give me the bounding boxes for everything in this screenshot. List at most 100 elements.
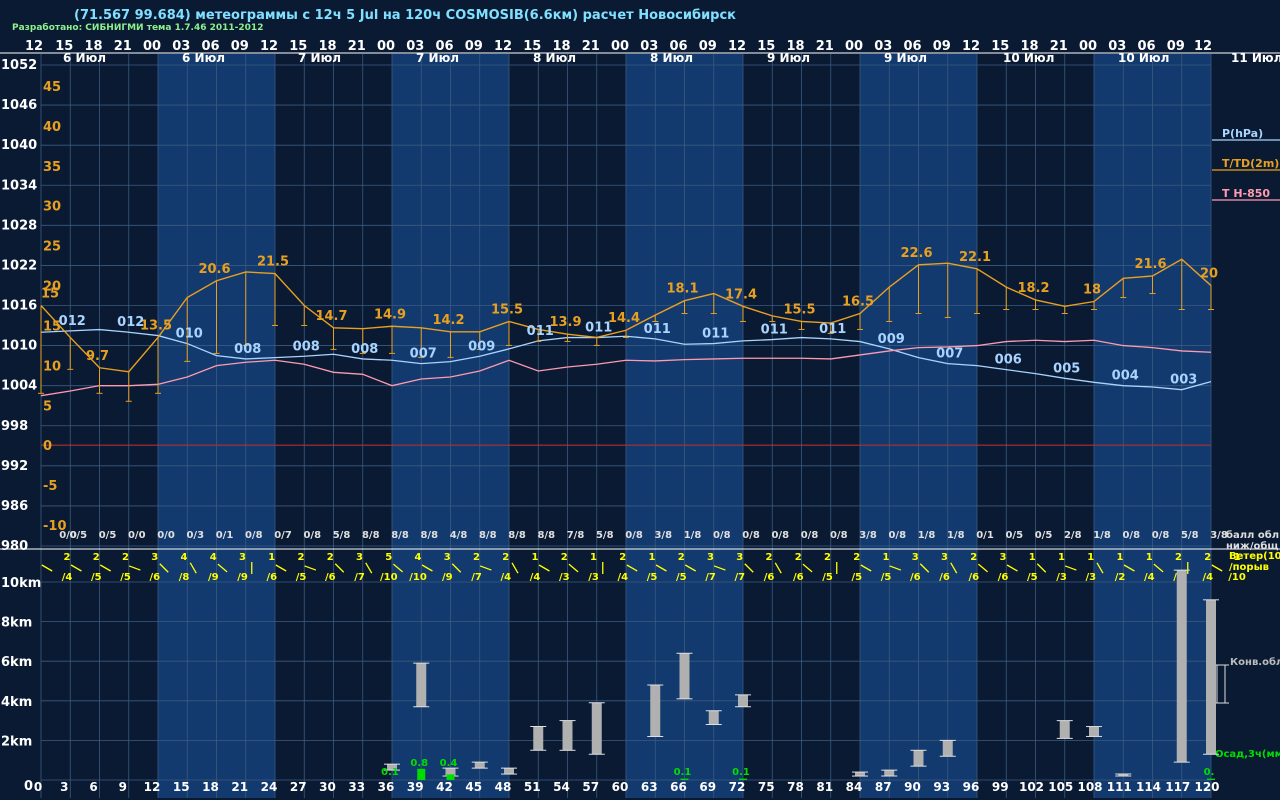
day-label: 6 Июл	[182, 51, 225, 65]
wind-speed-label: 2	[795, 552, 802, 563]
forecast-hour-label: 93	[933, 780, 950, 794]
precip-bar	[1207, 778, 1215, 780]
hour-tick-label: 00	[1079, 39, 1097, 54]
wind-gust-label: /10	[409, 572, 427, 583]
cloud-amount-label: 0/5	[1005, 530, 1023, 541]
wind-gust-label: /6	[325, 572, 336, 583]
wind-speed-label: 2	[766, 552, 773, 563]
hour-tick-label: 09	[699, 39, 717, 54]
pressure-value-label: 008	[351, 342, 378, 357]
wind-arrow	[568, 563, 579, 573]
temperature-tick-label: 10	[43, 359, 61, 374]
wind-arrow	[511, 562, 519, 574]
cloud-amount-label: 8/8	[479, 530, 497, 541]
pressure-value-label: 008	[293, 339, 320, 354]
pressure-tick-label: 1034	[1, 178, 37, 193]
wind-speed-label: 2	[327, 552, 334, 563]
wind-gust-label: /4	[62, 572, 73, 583]
height-tick-label: 4km	[1, 695, 32, 710]
convective-cloud-bar	[1059, 720, 1070, 739]
temperature-value-label: 22.1	[959, 250, 991, 265]
wind-gust-label: /3	[1085, 572, 1096, 583]
cloud-amount-label: 3/8	[859, 530, 877, 541]
cloud-amount-label: 7/8	[567, 530, 585, 541]
cloud-amount-label: 1/8	[947, 530, 965, 541]
day-label: 7 Июл	[298, 51, 341, 65]
forecast-hour-label: 18	[202, 780, 219, 794]
wind-arrow	[128, 565, 141, 571]
pressure-value-label: 011	[585, 321, 612, 336]
pressure-value-label: 011	[644, 322, 671, 337]
cloud-amount-label: 8/8	[391, 530, 409, 541]
hour-tick-label: 21	[582, 39, 600, 54]
hour-tick-label: 21	[348, 39, 366, 54]
forecast-hour-label: 78	[787, 780, 804, 794]
wind-gust-label: /10	[380, 572, 398, 583]
wind-speed-label: 3	[707, 552, 714, 563]
day-label: 9 Июл	[767, 51, 810, 65]
convective-cloud-bar	[884, 770, 895, 777]
wind-speed-label: 2	[824, 552, 831, 563]
temperature-tick-label: 5	[43, 399, 52, 414]
forecast-hour-label: 30	[319, 780, 336, 794]
wind-gust-label: /7	[705, 572, 716, 583]
pressure-tick-label: 1022	[1, 258, 37, 273]
temperature-value-label: 14.7	[315, 309, 347, 324]
pressure-tick-label: 1052	[1, 58, 37, 73]
height-tick-label: 0	[24, 779, 33, 794]
cloud-amount-label: 0/8	[888, 530, 906, 541]
temperature-value-label: 20.6	[198, 262, 230, 277]
legend-convective: Конв.обл.	[1230, 656, 1280, 668]
cloud-amount-label: 8/8	[420, 530, 438, 541]
pressure-value-label: 007	[410, 347, 437, 362]
pressure-value-label: 007	[936, 347, 963, 362]
wind-speed-label: 3	[239, 552, 246, 563]
wind-speed-label: 1	[1087, 552, 1094, 563]
wind-arrow	[334, 563, 345, 573]
legend: P(hPa)T/TD(2m)T H-850балл обл.ниж/общВет…	[1212, 127, 1280, 760]
wind-gust-label: /6	[910, 572, 921, 583]
wind-gust-label: /4	[500, 572, 511, 583]
pressure-value-label: 008	[234, 342, 261, 357]
temperature-value-label: 18.2	[1017, 281, 1049, 296]
wind-speed-label: 2	[853, 552, 860, 563]
hour-tick-label: 12	[962, 39, 980, 54]
wind-speed-label: 1	[1029, 552, 1036, 563]
wind-speed-label: 1	[532, 552, 539, 563]
forecast-hour-label: 108	[1077, 780, 1102, 794]
wind-arrow	[1064, 565, 1077, 571]
cloud-amount-label: 1/8	[918, 530, 936, 541]
wind-gust-label: /6	[939, 572, 950, 583]
cloud-amount-label: 0/8	[1122, 530, 1140, 541]
forecast-hour-label: 12	[144, 780, 161, 794]
hour-tick-label: 00	[377, 39, 395, 54]
legend-convective-icon	[1216, 664, 1226, 704]
cloud-amount-label: 0/5	[99, 530, 117, 541]
height-tick-label: 2km	[1, 734, 32, 749]
forecast-hour-label: 27	[290, 780, 307, 794]
wind-arrow	[774, 562, 782, 574]
wind-speed-label: 4	[415, 552, 422, 563]
wind-speed-label: 1	[1117, 552, 1124, 563]
legend-cloud-amount-1: балл обл.	[1226, 529, 1280, 541]
wind-arrow	[304, 565, 317, 571]
forecast-hour-label: 72	[729, 780, 746, 794]
wind-speed-label: 3	[736, 552, 743, 563]
wind-gust-label: /10	[1228, 572, 1246, 583]
wind-speed-label: 2	[561, 552, 568, 563]
day-label: 8 Июл	[533, 51, 576, 65]
temperature-value-label: 18	[1083, 283, 1101, 298]
pressure-value-label: 006	[995, 353, 1022, 368]
temperature-value-label: 18.1	[666, 282, 698, 297]
pressure-value-label: 012	[59, 314, 86, 329]
day-label: 8 Июл	[650, 51, 693, 65]
cloud-amount-label: 5/8	[333, 530, 351, 541]
temperature-value-label: 22.6	[900, 246, 932, 261]
hour-tick-label: 12	[728, 39, 746, 54]
convective-cloud-bar	[1089, 726, 1099, 737]
cloud-amount-label: 1/8	[684, 530, 702, 541]
wind-speed-label: 2	[298, 552, 305, 563]
pressure-tick-label: 986	[1, 499, 28, 514]
cloud-amount-label: 0/5	[69, 530, 87, 541]
temperature-value-label: 14.2	[432, 313, 464, 328]
